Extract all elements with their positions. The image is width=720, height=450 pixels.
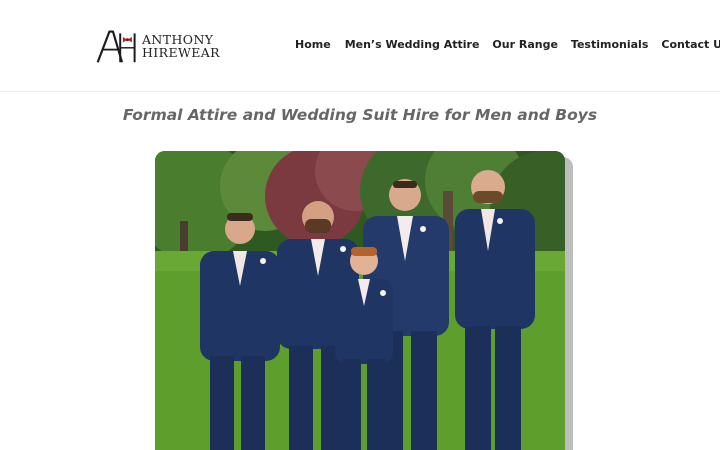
nav-item-mens-wedding-attire[interactable]: Men’s Wedding Attire <box>345 38 480 51</box>
nav-item-home[interactable]: Home <box>295 38 331 51</box>
hero-photo <box>155 151 565 450</box>
main-nav: Home Men’s Wedding Attire Our Range Test… <box>295 38 720 51</box>
page-headline: Formal Attire and Wedding Suit Hire for … <box>122 106 598 124</box>
site-header: ANTHONY HIREWEAR Home Men’s Wedding Atti… <box>0 0 720 92</box>
hero-photo-illustration <box>155 151 565 450</box>
logo-wordmark: ANTHONY HIREWEAR <box>142 33 220 59</box>
nav-item-our-range[interactable]: Our Range <box>492 38 558 51</box>
logo-line-2: HIREWEAR <box>142 45 220 60</box>
nav-item-testimonials[interactable]: Testimonials <box>571 38 648 51</box>
ah-monogram-bowtie-icon <box>96 30 136 63</box>
nav-item-contact-us[interactable]: Contact Us <box>661 38 720 51</box>
site-logo[interactable]: ANTHONY HIREWEAR <box>95 24 220 68</box>
hero-photo-container <box>155 151 573 450</box>
